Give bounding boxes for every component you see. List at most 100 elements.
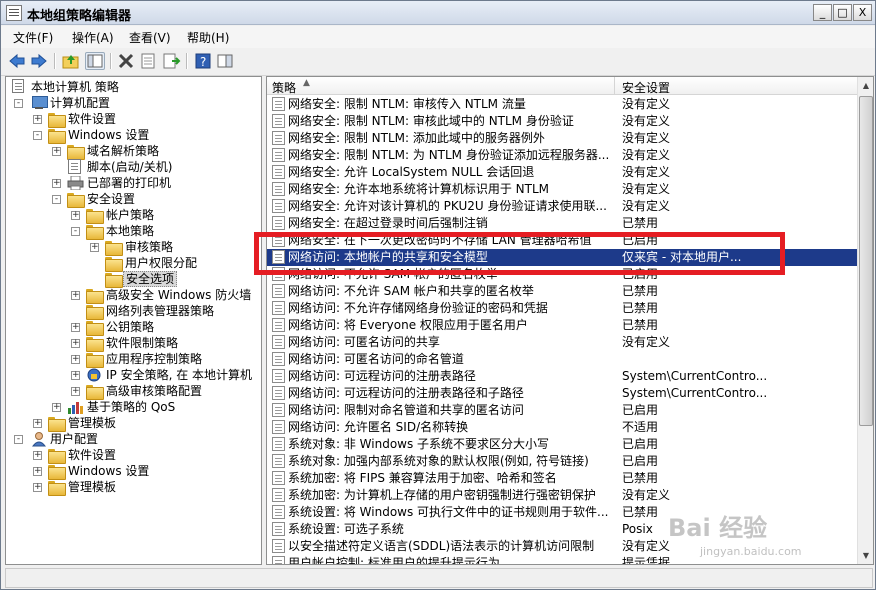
policy-setting-icon bbox=[272, 437, 285, 451]
scroll-down-arrow-icon[interactable]: ▼ bbox=[858, 547, 873, 564]
table-row[interactable]: 网络访问: 可远程访问的注册表路径和子路径 System\CurrentContr… bbox=[267, 385, 857, 402]
table-row[interactable]: 网络访问: 可匿名访问的共享 没有定义 bbox=[267, 334, 857, 351]
column-header-policy[interactable]: 策略 bbox=[272, 79, 296, 96]
security-setting-value: 没有定义 bbox=[622, 199, 671, 213]
table-row[interactable]: 网络安全: 限制 NTLM: 审核传入 NTLM 流量 没有定义 bbox=[267, 96, 857, 113]
folder-icon bbox=[48, 113, 66, 128]
expand-toggle[interactable]: + bbox=[71, 387, 80, 396]
policy-name: 网络安全: 允许 LocalSystem NULL 会话回退 bbox=[288, 165, 535, 179]
expand-toggle[interactable]: + bbox=[71, 211, 80, 220]
collapse-toggle[interactable]: - bbox=[14, 99, 23, 108]
scroll-thumb[interactable] bbox=[859, 96, 873, 426]
table-row[interactable]: 系统加密: 将 FIPS 兼容算法用于加密、哈希和签名 已禁用 bbox=[267, 470, 857, 487]
show-action-pane-button[interactable] bbox=[215, 52, 235, 70]
window-title: 本地组策略编辑器 bbox=[27, 9, 132, 24]
folder-icon bbox=[67, 145, 85, 160]
policy-setting-icon bbox=[272, 284, 285, 298]
watermark-brand: Bai 经验 bbox=[668, 514, 768, 542]
policy-name: 系统设置: 将 Windows 可执行文件中的证书规则用于软件... bbox=[288, 505, 609, 519]
table-row[interactable]: 网络安全: 允许 LocalSystem NULL 会话回退 没有定义 bbox=[267, 164, 857, 181]
security-setting-value: 没有定义 bbox=[622, 114, 671, 128]
minimize-button[interactable]: _ bbox=[813, 4, 832, 21]
expand-toggle[interactable]: + bbox=[52, 179, 61, 188]
policy-name: 网络访问: 可匿名访问的命名管道 bbox=[288, 352, 464, 366]
help-button[interactable]: ? bbox=[193, 52, 213, 70]
table-row[interactable]: 系统加密: 为计算机上存储的用户密钥强制进行强密钥保护 没有定义 bbox=[267, 487, 857, 504]
table-row[interactable]: 网络访问: 可远程访问的注册表路径 System\CurrentContro... bbox=[267, 368, 857, 385]
menu-action[interactable]: 操作(A) bbox=[72, 29, 114, 46]
collapse-toggle[interactable]: - bbox=[71, 227, 80, 236]
menu-view[interactable]: 查看(V) bbox=[129, 29, 171, 46]
table-row[interactable]: 系统对象: 非 Windows 子系统不要求区分大小写 已启用 bbox=[267, 436, 857, 453]
table-row[interactable]: 网络安全: 允许对该计算机的 PKU2U 身份验证请求使用联... 没有定义 bbox=[267, 198, 857, 215]
policy-setting-icon bbox=[272, 556, 285, 564]
title-bar: 本地组策略编辑器 _ □ X bbox=[1, 1, 875, 25]
policy-name: 网络访问: 可远程访问的注册表路径 bbox=[288, 369, 476, 383]
table-row[interactable]: 网络安全: 在超过登录时间后强制注销 已禁用 bbox=[267, 215, 857, 232]
expand-toggle[interactable]: + bbox=[33, 451, 42, 460]
table-row[interactable]: 网络访问: 不允许 SAM 帐户和共享的匿名枚举 已禁用 bbox=[267, 283, 857, 300]
scroll-up-arrow-icon[interactable]: ▲ bbox=[858, 77, 873, 94]
policy-name: 网络访问: 将 Everyone 权限应用于匿名用户 bbox=[288, 318, 528, 332]
console-tree[interactable]: 本地计算机 策略 - 计算机配置 + 软件设置 - Windows 设置 + 域… bbox=[5, 76, 262, 565]
table-row[interactable]: 网络访问: 将 Everyone 权限应用于匿名用户 已禁用 bbox=[267, 317, 857, 334]
collapse-toggle[interactable]: - bbox=[52, 195, 61, 204]
table-row[interactable]: 网络安全: 限制 NTLM: 为 NTLM 身份验证添加远程服务器... 没有定义 bbox=[267, 147, 857, 164]
table-row[interactable]: 网络安全: 限制 NTLM: 审核此域中的 NTLM 身份验证 没有定义 bbox=[267, 113, 857, 130]
expand-toggle[interactable]: + bbox=[71, 323, 80, 332]
expand-toggle[interactable]: + bbox=[33, 467, 42, 476]
menu-help[interactable]: 帮助(H) bbox=[187, 29, 229, 46]
expand-toggle[interactable]: + bbox=[71, 371, 80, 380]
folder-icon bbox=[86, 353, 104, 368]
expand-toggle[interactable]: + bbox=[71, 291, 80, 300]
watermark-url: jingyan.baidu.com bbox=[700, 545, 802, 558]
expand-toggle[interactable]: + bbox=[71, 355, 80, 364]
qos-chart-icon bbox=[68, 402, 83, 414]
table-row[interactable]: 网络访问: 不允许存储网络身份验证的密码和凭据 已禁用 bbox=[267, 300, 857, 317]
properties-button[interactable] bbox=[138, 52, 158, 70]
policy-setting-icon bbox=[272, 488, 285, 502]
table-row[interactable]: 网络安全: 限制 NTLM: 添加此域中的服务器例外 没有定义 bbox=[267, 130, 857, 147]
policy-icon bbox=[12, 79, 24, 93]
list-header: 策略 ▲ 安全设置 bbox=[267, 77, 857, 95]
table-row[interactable]: 网络访问: 限制对命名管道和共享的匿名访问 已启用 bbox=[267, 402, 857, 419]
security-setting-value: 已启用 bbox=[622, 454, 659, 468]
policy-name: 网络访问: 不允许 SAM 帐户和共享的匿名枚举 bbox=[288, 284, 534, 298]
up-folder-button[interactable] bbox=[61, 52, 81, 70]
expand-toggle[interactable]: + bbox=[33, 115, 42, 124]
table-row[interactable]: 系统对象: 加强内部系统对象的默认权限(例如, 符号链接) 已启用 bbox=[267, 453, 857, 470]
expand-toggle[interactable]: + bbox=[90, 243, 99, 252]
svg-text:?: ? bbox=[200, 55, 206, 69]
back-button[interactable] bbox=[7, 52, 27, 70]
table-row[interactable]: 网络访问: 允许匿名 SID/名称转换 不适用 bbox=[267, 419, 857, 436]
close-button[interactable]: X bbox=[853, 4, 872, 21]
export-list-button[interactable] bbox=[161, 52, 181, 70]
expand-toggle[interactable]: + bbox=[71, 339, 80, 348]
table-row[interactable]: 系统设置: 将 Windows 可执行文件中的证书规则用于软件... 已禁用 bbox=[267, 504, 857, 521]
policy-setting-icon bbox=[272, 522, 285, 536]
expand-toggle[interactable]: + bbox=[52, 403, 61, 412]
firewall-icon bbox=[86, 289, 104, 304]
maximize-button[interactable]: □ bbox=[833, 4, 852, 21]
collapse-toggle[interactable]: - bbox=[33, 131, 42, 140]
table-row[interactable]: 网络安全: 允许本地系统将计算机标识用于 NTLM 没有定义 bbox=[267, 181, 857, 198]
delete-button[interactable] bbox=[116, 52, 136, 70]
expand-toggle[interactable]: + bbox=[33, 419, 42, 428]
expand-toggle[interactable]: + bbox=[52, 147, 61, 156]
show-tree-button[interactable] bbox=[85, 52, 105, 70]
column-header-security-setting[interactable]: 安全设置 bbox=[622, 79, 670, 96]
policy-list[interactable]: 策略 ▲ 安全设置 网络安全: 限制 NTLM: 审核传入 NTLM 流量 没有定… bbox=[266, 76, 874, 565]
collapse-toggle[interactable]: - bbox=[14, 435, 23, 444]
policy-name: 网络访问: 可匿名访问的共享 bbox=[288, 335, 440, 349]
folder-icon bbox=[86, 321, 104, 336]
policy-setting-icon bbox=[272, 148, 285, 162]
folder-icon bbox=[86, 225, 104, 240]
policy-name: 系统设置: 可选子系统 bbox=[288, 522, 404, 536]
folder-icon bbox=[105, 241, 123, 256]
expand-toggle[interactable]: + bbox=[33, 483, 42, 492]
table-row[interactable]: 网络访问: 可匿名访问的命名管道 bbox=[267, 351, 857, 368]
table-row[interactable]: 系统设置: 可选子系统 Posix bbox=[267, 521, 857, 538]
menu-file[interactable]: 文件(F) bbox=[13, 29, 53, 46]
vertical-scrollbar[interactable]: ▲ ▼ bbox=[857, 77, 873, 564]
forward-button[interactable] bbox=[29, 52, 49, 70]
